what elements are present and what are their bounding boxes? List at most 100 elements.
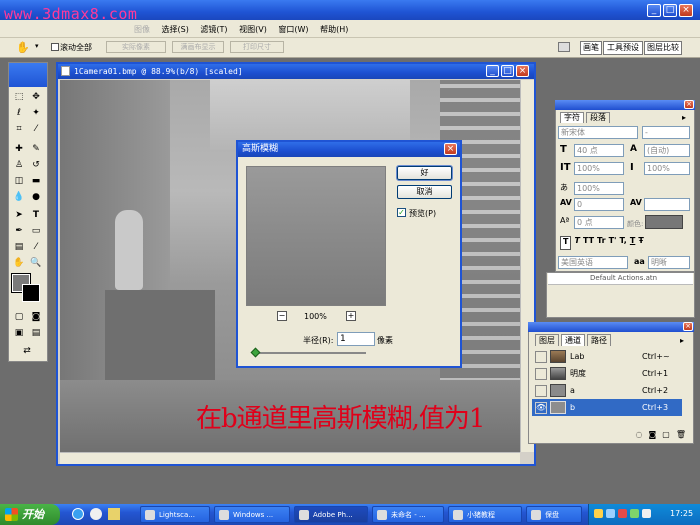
- vertical-scale-field[interactable]: 100%: [574, 162, 624, 175]
- stamp-tool-icon[interactable]: ♙: [12, 158, 26, 172]
- save-selection-icon[interactable]: ◙: [649, 430, 657, 442]
- background-color-swatch[interactable]: [22, 284, 40, 302]
- type-tool-icon[interactable]: T: [29, 208, 43, 222]
- faux-italic-button[interactable]: T: [574, 236, 579, 250]
- horizontal-scale-field[interactable]: 100%: [644, 162, 690, 175]
- eyedropper-icon[interactable]: ⁄: [29, 240, 43, 254]
- chevron-down-icon[interactable]: ▾: [35, 42, 39, 50]
- menu-help[interactable]: 帮助(H): [320, 25, 348, 34]
- eye-icon[interactable]: 👁: [535, 401, 547, 414]
- font-style-select[interactable]: -: [642, 126, 690, 139]
- screen-mode-icon[interactable]: ▣: [12, 326, 26, 340]
- zoom-in-button[interactable]: +: [346, 311, 356, 321]
- task-lightscape[interactable]: Lightsca...: [140, 506, 210, 523]
- history-brush-icon[interactable]: ↺: [29, 158, 43, 172]
- healing-brush-icon[interactable]: ✚: [12, 142, 26, 156]
- task-photoshop[interactable]: Adobe Ph...: [294, 506, 368, 523]
- actual-pixels-button[interactable]: 实际像素: [106, 41, 166, 53]
- menu-faded[interactable]: 图像: [134, 25, 150, 34]
- lasso-tool-icon[interactable]: ℓ: [12, 106, 26, 120]
- start-button[interactable]: 开始: [0, 504, 60, 525]
- tracking-field[interactable]: 100%: [574, 182, 624, 195]
- all-caps-button[interactable]: TT: [583, 236, 594, 250]
- tray-antivirus-icon[interactable]: [618, 509, 627, 518]
- task-windows[interactable]: Windows ...: [214, 506, 290, 523]
- visibility-toggle[interactable]: [535, 350, 547, 363]
- tray-app-icon[interactable]: [630, 509, 639, 518]
- screen-mode-full-icon[interactable]: ▤: [29, 326, 43, 340]
- move-tool-icon[interactable]: ✥: [29, 90, 43, 104]
- zoom-out-button[interactable]: −: [277, 311, 287, 321]
- quicklaunch-ie-icon[interactable]: [72, 508, 84, 520]
- new-channel-icon[interactable]: ▢: [662, 430, 670, 442]
- print-size-button[interactable]: 打印尺寸: [230, 41, 284, 53]
- load-selection-icon[interactable]: ◌: [636, 430, 643, 442]
- palette-tab-brushes[interactable]: 画笔: [580, 41, 602, 55]
- imageready-icon[interactable]: ⇄: [20, 344, 34, 358]
- underline-button[interactable]: T: [630, 236, 635, 250]
- maximize-button[interactable]: □: [663, 4, 677, 17]
- small-caps-button[interactable]: Tr: [597, 236, 606, 250]
- tab-layers[interactable]: 图层: [535, 334, 559, 346]
- tab-paragraph[interactable]: 段落: [586, 112, 610, 123]
- channel-row-a[interactable]: a Ctrl+2: [532, 382, 682, 399]
- gradient-tool-icon[interactable]: ▬: [29, 174, 43, 188]
- task-notepad[interactable]: 未命名 - ...: [372, 506, 444, 523]
- cancel-button[interactable]: 取消: [397, 185, 452, 199]
- quickmask-off-icon[interactable]: ▢: [12, 310, 26, 324]
- channels-close-button[interactable]: ×: [683, 322, 693, 331]
- leading-field[interactable]: (自动): [644, 144, 690, 157]
- task-save-disk[interactable]: 保盘: [526, 506, 582, 523]
- crop-tool-icon[interactable]: ⌗: [12, 122, 26, 136]
- channel-row-lightness[interactable]: 明度 Ctrl+1: [532, 365, 682, 382]
- shape-tool-icon[interactable]: ▭: [29, 224, 43, 238]
- dialog-close-button[interactable]: ×: [444, 143, 457, 155]
- tray-network-icon[interactable]: [606, 509, 615, 518]
- character-close-button[interactable]: ×: [684, 100, 694, 109]
- palette-tab-layer-comps[interactable]: 图层比较: [644, 41, 682, 55]
- preview-checkbox[interactable]: ✓: [397, 208, 406, 217]
- font-size-field[interactable]: 40 点: [574, 144, 624, 157]
- kerning-field[interactable]: 0: [574, 198, 624, 211]
- blur-tool-icon[interactable]: 💧: [12, 190, 26, 204]
- delete-channel-icon[interactable]: 🗑: [676, 430, 686, 442]
- eraser-tool-icon[interactable]: ◫: [12, 174, 26, 188]
- tab-paths[interactable]: 路径: [587, 334, 611, 346]
- horizontal-scrollbar[interactable]: [60, 452, 520, 464]
- brush-tool-icon[interactable]: ✎: [29, 142, 43, 156]
- magic-wand-icon[interactable]: ✦: [29, 106, 43, 120]
- tab-character[interactable]: 字符: [560, 112, 584, 123]
- channel-row-lab[interactable]: Lab Ctrl+~: [532, 348, 682, 365]
- character-menu-icon[interactable]: ▸: [682, 113, 686, 122]
- hand-tool-icon[interactable]: ✋: [16, 41, 30, 54]
- faux-bold-button[interactable]: T: [560, 236, 572, 250]
- palette-well-icon[interactable]: [558, 42, 570, 52]
- language-select[interactable]: 美国英语: [558, 256, 628, 269]
- quicklaunch-media-icon[interactable]: [90, 508, 102, 520]
- scroll-all-checkbox[interactable]: [51, 43, 59, 51]
- fit-screen-button[interactable]: 满画布显示: [172, 41, 224, 53]
- path-select-icon[interactable]: ➤: [12, 208, 26, 222]
- tray-volume-icon[interactable]: [594, 509, 603, 518]
- blur-preview[interactable]: [246, 166, 386, 306]
- radius-input[interactable]: 1: [337, 332, 375, 346]
- clock[interactable]: 17:25: [670, 509, 693, 518]
- visibility-toggle[interactable]: [535, 367, 547, 380]
- tracking-alt-field[interactable]: [644, 198, 690, 211]
- doc-close-button[interactable]: ×: [516, 65, 529, 77]
- marquee-tool-icon[interactable]: ⬚: [12, 90, 26, 104]
- quicklaunch-desktop-icon[interactable]: [108, 508, 120, 520]
- tray-ime-icon[interactable]: [642, 509, 651, 518]
- close-button[interactable]: ×: [679, 4, 693, 17]
- radius-slider-track[interactable]: [252, 352, 366, 354]
- doc-minimize-button[interactable]: _: [486, 65, 499, 77]
- notes-tool-icon[interactable]: ▤: [12, 240, 26, 254]
- antialias-select[interactable]: 明晰: [648, 256, 690, 269]
- menu-view[interactable]: 视图(V): [239, 25, 267, 34]
- minimize-button[interactable]: _: [647, 4, 661, 17]
- baseline-field[interactable]: 0 点: [574, 216, 624, 229]
- zoom-tool-icon[interactable]: 🔍: [29, 256, 43, 270]
- superscript-button[interactable]: T': [609, 236, 617, 250]
- doc-maximize-button[interactable]: □: [501, 65, 514, 77]
- font-family-select[interactable]: 新宋体: [558, 126, 638, 139]
